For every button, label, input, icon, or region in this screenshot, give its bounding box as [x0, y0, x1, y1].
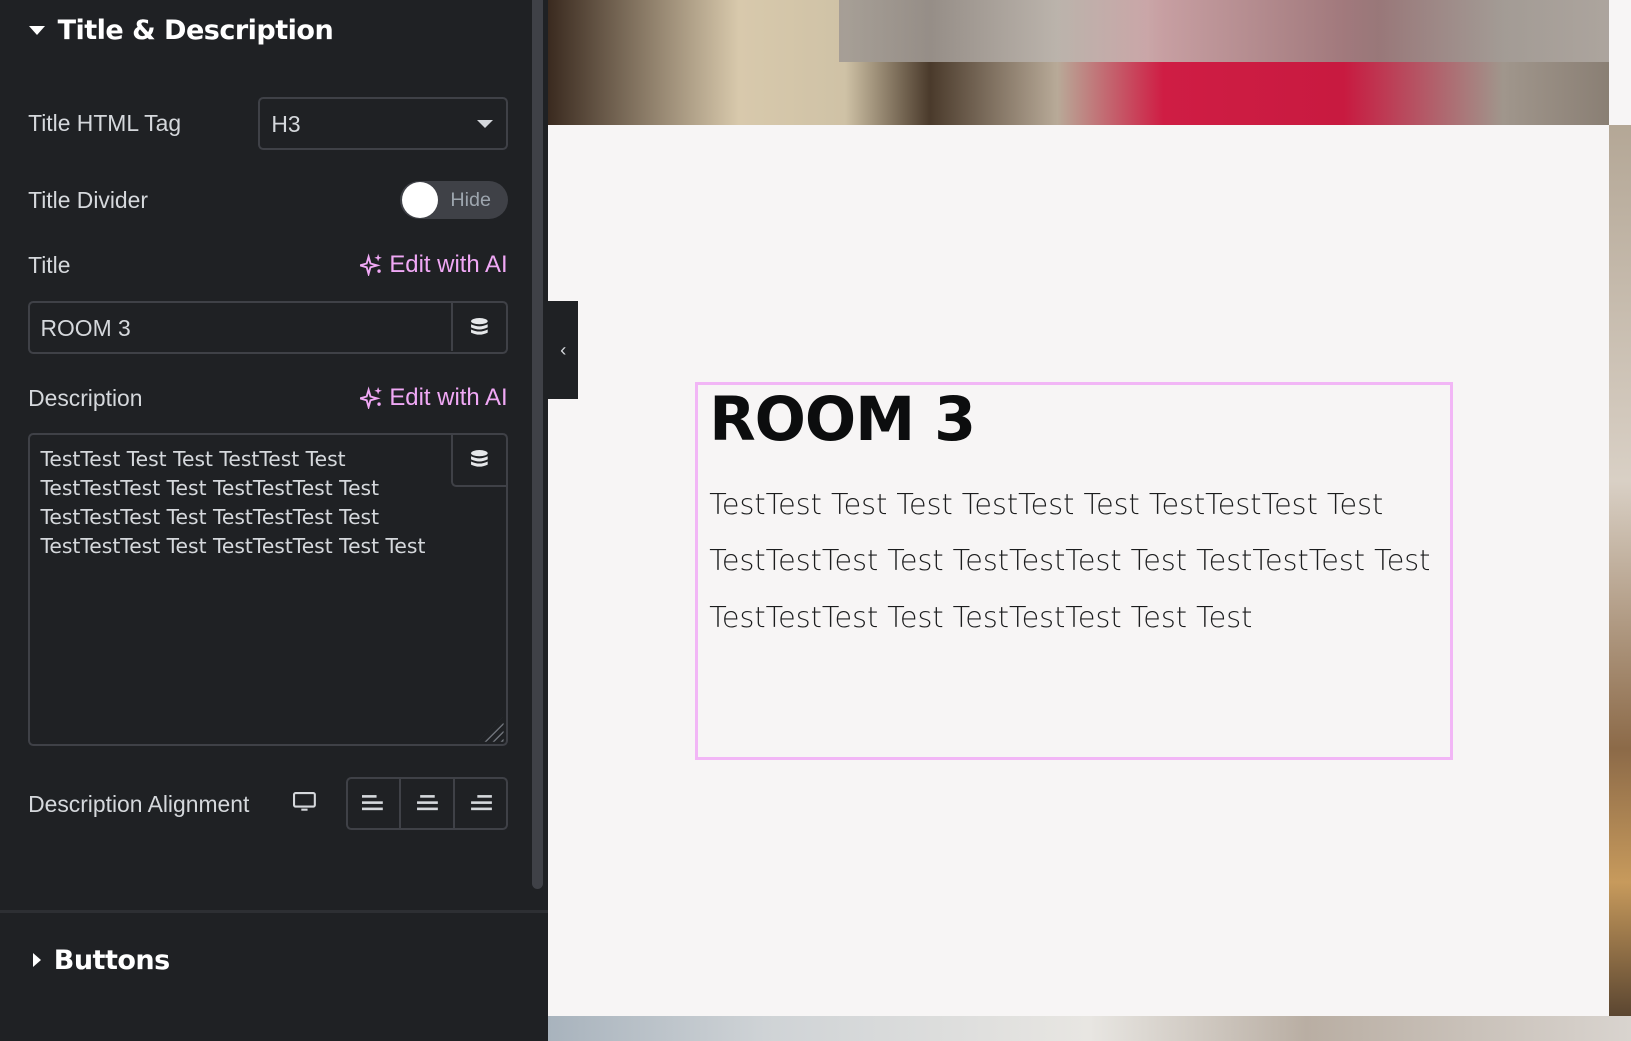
database-icon	[470, 317, 488, 335]
room-photo-bottom	[548, 1016, 1631, 1041]
align-left-button[interactable]	[348, 779, 399, 828]
title-html-tag-value: H3	[271, 111, 301, 138]
ai-sparkle-icon	[360, 386, 383, 410]
align-center-button[interactable]	[399, 779, 452, 829]
title-divider-label: Title Divider	[28, 187, 148, 214]
dynamic-tags-button[interactable]	[450, 302, 506, 352]
editor-panel: Title & Description Title HTML Tag H3 Ti…	[0, 0, 549, 1041]
desktop-icon[interactable]	[293, 791, 317, 813]
room-photo-edge	[1609, 124, 1631, 1017]
description-edit-with-ai-button[interactable]: Edit with AI	[360, 383, 508, 412]
database-icon	[470, 450, 488, 467]
title-edit-with-ai-button[interactable]: Edit with AI	[360, 250, 508, 279]
caret-down-icon	[29, 25, 46, 35]
dynamic-tags-button[interactable]	[450, 434, 506, 487]
align-right-icon	[470, 795, 492, 811]
section-title: Title & Description	[57, 14, 334, 46]
description-label: Description	[28, 384, 143, 411]
section-title: Buttons	[53, 944, 170, 976]
section-header-buttons[interactable]: Buttons	[29, 945, 170, 976]
title-divider-toggle[interactable]: Hide	[400, 180, 508, 220]
description-textarea[interactable]: TestTest Test Test TestTest Test TestTes…	[28, 432, 508, 746]
title-input[interactable]: ROOM 3	[28, 300, 508, 354]
edit-with-ai-label: Edit with AI	[389, 383, 508, 411]
preview-canvas: ‹ ROOM 3 TestTest Test Test TestTest Tes…	[548, 0, 1631, 1041]
ai-sparkle-icon	[360, 253, 383, 277]
collapse-panel-button[interactable]: ‹	[548, 300, 579, 400]
title-html-tag-label: Title HTML Tag	[28, 110, 182, 137]
toggle-state: Hide	[450, 189, 492, 212]
description-textarea-value: TestTest Test Test TestTest Test TestTes…	[40, 447, 426, 559]
description-alignment-label: Description Alignment	[28, 790, 250, 817]
align-left-icon	[362, 795, 384, 811]
widget-description: TestTest Test Test TestTest Test TestTes…	[709, 487, 1431, 634]
resize-handle[interactable]	[478, 716, 504, 742]
toggle-knob	[401, 182, 438, 219]
chevron-left-icon: ‹	[560, 339, 567, 361]
edit-with-ai-label: Edit with AI	[389, 250, 508, 278]
align-right-button[interactable]	[452, 779, 506, 829]
align-center-icon	[416, 795, 438, 811]
section-divider	[0, 910, 549, 914]
section-header-title-description[interactable]: Title & Description	[29, 14, 334, 46]
title-input-value: ROOM 3	[40, 315, 131, 342]
panel-scrollbar[interactable]	[531, 0, 543, 890]
widget-title: ROOM 3	[709, 384, 976, 455]
chevron-down-icon	[477, 119, 494, 128]
selected-widget[interactable]: ROOM 3 TestTest Test Test TestTest Test …	[694, 381, 1454, 761]
bedroom-photo	[548, 0, 1610, 125]
description-alignment-control	[346, 777, 508, 831]
caret-right-icon	[33, 953, 41, 967]
title-html-tag-select[interactable]: H3	[257, 96, 508, 150]
title-label: Title	[28, 251, 71, 278]
